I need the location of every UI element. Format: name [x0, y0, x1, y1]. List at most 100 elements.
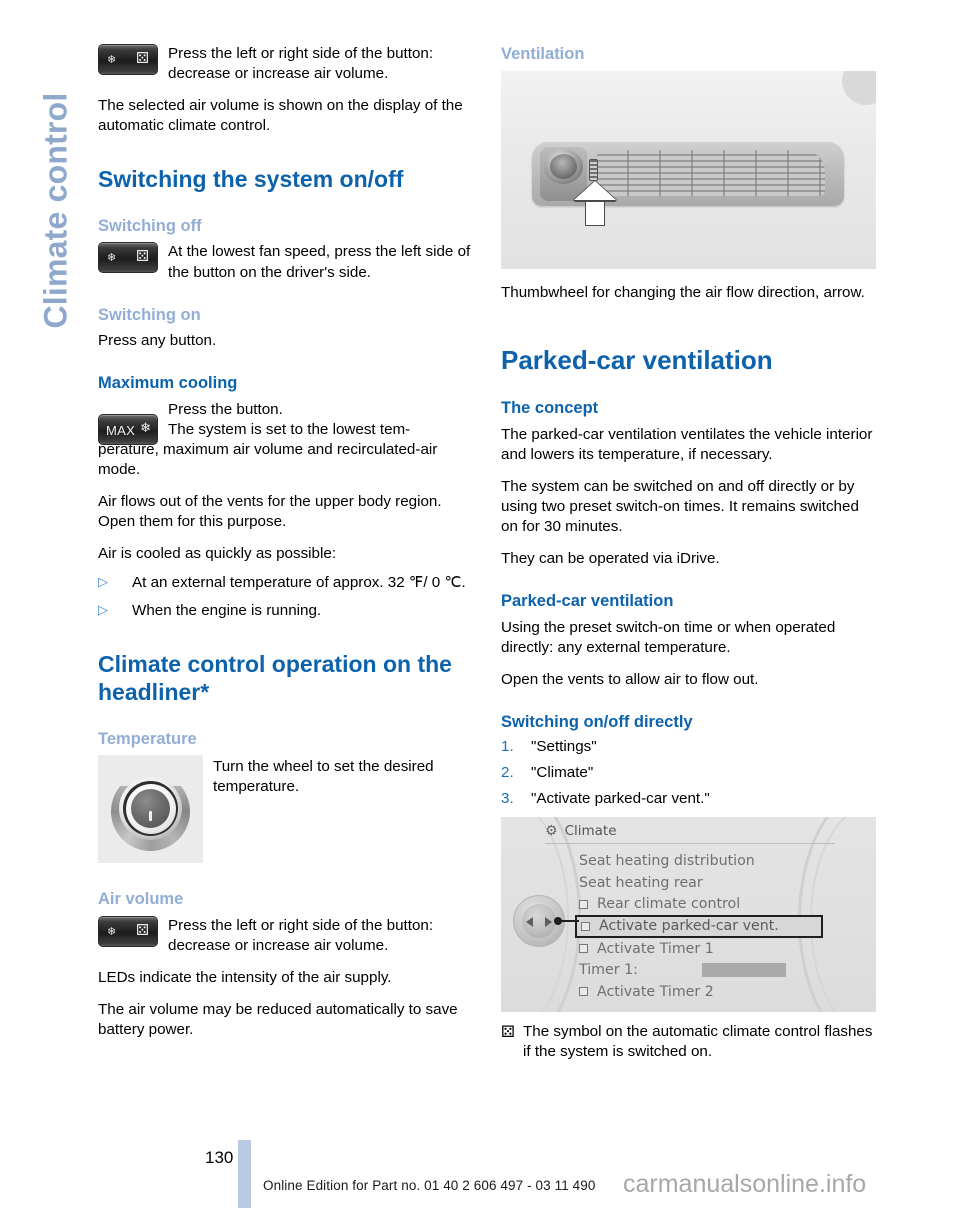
max-line-2: The system is set to the lowest tem-: [168, 420, 411, 438]
heading-the-concept: The concept: [501, 398, 599, 417]
arrow-head: [574, 180, 616, 200]
vent-louvers: [597, 149, 825, 196]
step-text: "Activate parked-car vent.": [531, 790, 710, 808]
bullet-text: At an external temperature of approx. 32…: [132, 574, 466, 592]
step-text: "Settings": [531, 738, 597, 756]
list-item: 2. "Climate": [501, 764, 876, 781]
heading-maximum-cooling: Maximum cooling: [98, 374, 238, 393]
knob-position-marker: [149, 811, 152, 822]
temperature-knob-note: Turn the wheel to set the desired temper…: [98, 755, 473, 867]
max-button-label: MAX: [106, 422, 136, 438]
parked-paragraph-1: Using the preset switch-on time or when …: [501, 618, 836, 656]
large-fan-icon: ⚄: [135, 920, 149, 939]
bullet-text: When the engine is running.: [132, 602, 322, 620]
bullet-item: ▷ When the engine is running.: [98, 601, 473, 621]
idrive-menu-item-seat-heating-rear[interactable]: Seat heating rear: [579, 872, 839, 894]
climate-symbol-note: ⚄ The symbol on the automatic climate co…: [501, 1022, 876, 1062]
snowflake-icon: ❄: [140, 420, 151, 436]
fan-rocker-button-icon: ❄ ⚄: [98, 44, 158, 75]
fan-symbol-icon: ⚄: [501, 1022, 515, 1042]
heading-ventilation: Ventilation: [501, 45, 585, 63]
intro-paragraph: The selected air volume is shown on the …: [98, 97, 463, 135]
chapter-title: Climate control: [37, 92, 74, 329]
idrive-climate-menu-figure: ⚙ Climate Seat heating distribution Seat…: [501, 817, 876, 1013]
step-number: 1.: [501, 738, 514, 756]
idrive-menu-item-seat-heating-distribution[interactable]: Seat heating distribution: [579, 850, 839, 872]
heading-switching-on: Switching on: [98, 305, 201, 324]
knob-cap: [131, 789, 170, 829]
idrive-menu-item-activate-parked-car-vent[interactable]: Activate parked-car vent.: [575, 914, 823, 938]
heading-headliner: Climate control operation on the headlin…: [98, 651, 452, 706]
arrow-left-icon: [526, 917, 533, 928]
idrive-menu-item-timer-1[interactable]: Timer 1:: [579, 959, 839, 981]
rotary-temperature-knob-figure: [98, 755, 203, 864]
idrive-header: ⚙ Climate: [545, 823, 617, 839]
air-volume-paragraph-2: The air volume may be reduced automatica…: [98, 1001, 458, 1039]
ventilation-figure: [501, 70, 876, 269]
max-paragraph-2: Air flows out of the vents for the upper…: [98, 493, 442, 531]
switching-on-text: Press any button.: [98, 332, 217, 350]
arrow-shaft: [585, 197, 605, 226]
idrive-menu-item-activate-timer-2[interactable]: Activate Timer 2: [579, 981, 839, 1003]
step-number: 2.: [501, 764, 514, 782]
step-text: "Climate": [531, 764, 594, 782]
watermark: carmanualsonline.info: [623, 1170, 867, 1198]
checkbox-icon[interactable]: [581, 921, 590, 931]
idrive-menu-item-rear-climate-control[interactable]: Rear climate control: [579, 893, 839, 915]
gear-icon: ⚙: [545, 823, 558, 840]
menu-item-label: Seat heating distribution: [579, 853, 755, 870]
checkbox-icon[interactable]: [579, 899, 588, 909]
fan-rocker-button-icon: ❄ ⚄: [98, 915, 158, 947]
idrive-header-divider: [545, 843, 835, 845]
left-column: ❄ ⚄ Press the left or right side of the …: [98, 44, 473, 1052]
max-button-icon: MAX ❄: [98, 413, 158, 445]
chapter-tab-marker: [238, 1140, 251, 1208]
right-column: Ventilation Thumbwheel for changing the …: [501, 44, 876, 1062]
heading-temperature: Temperature: [98, 729, 197, 748]
bullet-item: ▷ At an external temperature of approx. …: [98, 573, 473, 593]
figure-corner-shape: [842, 70, 876, 105]
page-footer: 130 Online Edition for Part no. 01 40 2 …: [0, 1126, 960, 1222]
temperature-note-text: Turn the wheel to set the desired temper…: [213, 758, 434, 796]
heading-air-volume: Air volume: [98, 890, 184, 909]
heading-switching-directly: Switching on/off directly: [501, 712, 693, 731]
callout-arrow-icon: [574, 180, 616, 226]
triangle-bullet-icon: ▷: [98, 575, 108, 591]
fan-button-note: ❄ ⚄ Press the left or right side of the …: [98, 44, 473, 84]
thumbwheel-icon: [589, 158, 598, 181]
page-number: 130: [205, 1148, 234, 1167]
menu-item-label: Activate parked-car vent.: [599, 918, 779, 935]
switching-off-note: ❄ ⚄ At the lowest fan speed, press the l…: [98, 242, 473, 282]
heading-switching-system: Switching the system on/off: [98, 166, 404, 193]
list-item: 3. "Activate parked-car vent.": [501, 790, 876, 807]
small-fan-icon: ❄: [107, 251, 117, 265]
step-number: 3.: [501, 790, 514, 808]
concept-paragraph-2: The system can be switched on and off di…: [501, 477, 859, 535]
max-line-1: Press the button.: [168, 400, 283, 418]
heading-parked-car-ventilation-sub: Parked-car ventilation: [501, 591, 674, 610]
concept-paragraph-3: They can be operated via iDrive.: [501, 549, 720, 567]
concept-paragraph-1: The parked-car ventilation ventilates th…: [501, 425, 873, 463]
menu-item-label: Rear climate control: [597, 896, 741, 913]
idrive-header-title: Climate: [564, 823, 617, 840]
checkbox-icon[interactable]: [579, 944, 588, 954]
max-paragraph-3: Air is cooled as quickly as possible:: [98, 545, 337, 563]
menu-item-label: Timer 1:: [579, 962, 638, 979]
climate-symbol-note-text: The symbol on the automatic climate cont…: [523, 1023, 873, 1061]
heading-parked-car-ventilation: Parked-car ventilation: [501, 344, 773, 375]
arrow-right-icon: [545, 917, 552, 928]
small-fan-icon: ❄: [107, 924, 117, 938]
maximum-cooling-note: MAX ❄ Press the button. The system is se…: [98, 400, 473, 480]
switching-steps-list: 1. "Settings" 2. "Climate" 3. "Activate …: [501, 738, 876, 807]
idrive-menu-list: Seat heating distribution Seat heating r…: [575, 850, 839, 1003]
large-fan-icon: ⚄: [135, 49, 149, 67]
menu-item-label: Activate Timer 2: [597, 983, 714, 1000]
heading-switching-off: Switching off: [98, 216, 202, 235]
chapter-side-tab: Climate control: [0, 0, 92, 1140]
timer-1-value-box[interactable]: [701, 963, 786, 978]
fan-rocker-button-icon: ❄ ⚄: [98, 242, 158, 274]
menu-item-label: Activate Timer 1: [597, 940, 714, 957]
checkbox-icon[interactable]: [579, 987, 588, 997]
idrive-menu-item-activate-timer-1[interactable]: Activate Timer 1: [579, 938, 839, 960]
menu-item-label: Seat heating rear: [579, 874, 703, 891]
